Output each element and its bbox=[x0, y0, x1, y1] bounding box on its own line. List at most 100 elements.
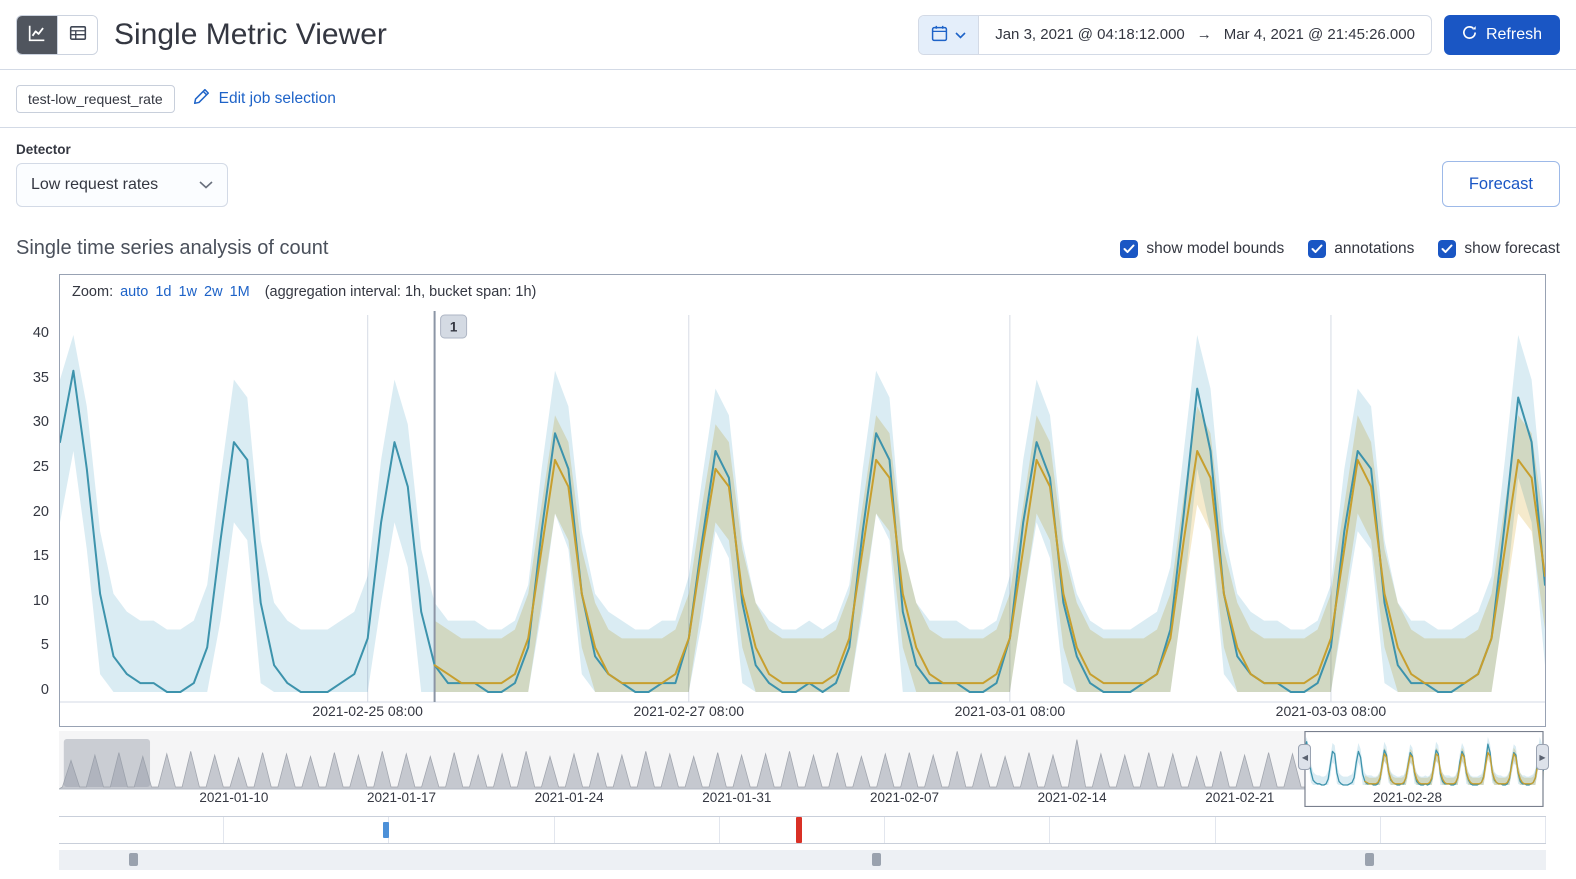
swimlane-cell[interactable] bbox=[224, 817, 390, 843]
line-chart-icon bbox=[28, 24, 46, 45]
brush-handle-right-icon[interactable]: ▶ bbox=[1536, 744, 1549, 770]
checkbox-show-forecast[interactable]: show forecast bbox=[1438, 239, 1560, 258]
annotation-marker[interactable] bbox=[795, 817, 802, 843]
chart-view-button[interactable] bbox=[17, 15, 57, 54]
checkbox-checked-icon bbox=[1308, 239, 1327, 258]
y-axis-tick-label: 15 bbox=[32, 548, 49, 565]
y-axis-tick-label: 10 bbox=[32, 592, 49, 609]
chart-box: Zoom: auto 1d 1w 2w 1M (aggregation inte… bbox=[59, 274, 1546, 727]
refresh-icon bbox=[1462, 25, 1477, 45]
lower-marker-lane[interactable] bbox=[59, 850, 1546, 870]
chevron-down-icon bbox=[955, 27, 966, 42]
y-axis-tick-label: 25 bbox=[32, 458, 49, 475]
detector-row: Detector Low request rates Forecast bbox=[0, 128, 1576, 207]
y-axis-tick-label: 20 bbox=[32, 503, 49, 520]
annotation-marker[interactable] bbox=[382, 822, 389, 838]
zoom-1w-link[interactable]: 1w bbox=[178, 284, 197, 300]
swimlane-cell[interactable] bbox=[720, 817, 886, 843]
svg-text:2021-01-10: 2021-01-10 bbox=[199, 790, 268, 805]
svg-text:2021-02-25 08:00: 2021-02-25 08:00 bbox=[312, 703, 423, 719]
zoom-1d-link[interactable]: 1d bbox=[155, 284, 171, 300]
context-spacer bbox=[16, 731, 59, 870]
view-toggle bbox=[16, 14, 98, 55]
forecast-button[interactable]: Forecast bbox=[1441, 161, 1560, 207]
end-date-button[interactable]: Mar 4, 2021 @ 21:45:26.000 bbox=[1220, 26, 1419, 43]
header: Single Metric Viewer Jan 3, 2021 @ 04:18… bbox=[0, 0, 1576, 70]
series-title: Single time series analysis of count bbox=[16, 237, 329, 259]
svg-text:2021-02-14: 2021-02-14 bbox=[1038, 790, 1108, 805]
context-box: 2021-01-10 2021-01-17 2021-01-24 2021-01-31… bbox=[57, 730, 1549, 870]
checkbox-checked-icon bbox=[1438, 239, 1457, 258]
start-date-button[interactable]: Jan 3, 2021 @ 04:18:12.000 bbox=[991, 26, 1189, 43]
checkbox-annotations[interactable]: annotations bbox=[1308, 239, 1415, 258]
zoom-auto-link[interactable]: auto bbox=[120, 284, 148, 300]
zoom-bar: Zoom: auto 1d 1w 2w 1M (aggregation inte… bbox=[60, 275, 1545, 309]
date-range: Jan 3, 2021 @ 04:18:12.000 → Mar 4, 2021… bbox=[979, 26, 1431, 43]
y-axis-tick-label: 0 bbox=[40, 682, 49, 698]
date-range-picker: Jan 3, 2021 @ 04:18:12.000 → Mar 4, 2021… bbox=[918, 14, 1432, 55]
checkbox-show-model-bounds[interactable]: show model bounds bbox=[1120, 239, 1285, 258]
zoom-1M-link[interactable]: 1M bbox=[230, 284, 250, 300]
chevron-down-icon bbox=[199, 176, 213, 194]
detector-field: Detector Low request rates bbox=[16, 142, 228, 207]
swimlane-cell[interactable] bbox=[59, 817, 225, 843]
swimlane-cell[interactable] bbox=[389, 817, 555, 843]
datepicker-toggle-button[interactable] bbox=[919, 15, 980, 54]
y-axis-tick-label: 35 bbox=[32, 369, 49, 386]
detector-label: Detector bbox=[16, 142, 71, 157]
series-section-header: Single time series analysis of count sho… bbox=[0, 237, 1576, 260]
brush-handle-left-icon[interactable]: ◀ bbox=[1298, 744, 1312, 770]
swimlane-cell[interactable] bbox=[1216, 817, 1381, 843]
aggregation-info: (aggregation interval: 1h, bucket span: … bbox=[264, 284, 537, 300]
swimlane-cell[interactable] bbox=[1050, 817, 1216, 843]
svg-text:2021-02-27 08:00: 2021-02-27 08:00 bbox=[634, 703, 745, 719]
y-axis-tick-label: 40 bbox=[32, 325, 49, 341]
svg-text:2021-02-21: 2021-02-21 bbox=[1205, 790, 1274, 805]
edit-job-selection-label: Edit job selection bbox=[218, 89, 336, 107]
page-title: Single Metric Viewer bbox=[114, 17, 387, 51]
context-chart[interactable]: 2021-01-10 2021-01-17 2021-01-24 2021-01-31… bbox=[57, 730, 1546, 808]
data-grid-view-button[interactable] bbox=[57, 15, 97, 54]
refresh-button[interactable]: Refresh bbox=[1443, 14, 1560, 55]
svg-text:2021-03-01 08:00: 2021-03-01 08:00 bbox=[955, 703, 1066, 719]
lower-lane-marker[interactable] bbox=[871, 853, 881, 866]
checkbox-label: show forecast bbox=[1464, 239, 1560, 257]
svg-text:2021-03-03 08:00: 2021-03-03 08:00 bbox=[1276, 703, 1387, 719]
svg-text:2021-01-31: 2021-01-31 bbox=[702, 790, 771, 805]
date-range-arrow-icon: → bbox=[1196, 26, 1212, 43]
svg-text:2021-02-28: 2021-02-28 bbox=[1373, 790, 1442, 805]
checkbox-checked-icon bbox=[1120, 239, 1139, 258]
lower-lane-marker[interactable] bbox=[129, 853, 139, 866]
lower-lane-marker[interactable] bbox=[1364, 853, 1374, 866]
y-axis-tick-label: 5 bbox=[40, 637, 49, 654]
annotations-swimlane[interactable] bbox=[59, 816, 1546, 844]
table-icon bbox=[69, 24, 87, 45]
time-series-chart[interactable]: 2021-02-25 08:00 2021-02-27 08:00 2021-03-… bbox=[59, 309, 1546, 721]
main-chart-area: 0 5 10 15 20 25 30 35 40 Zoom: auto 1d 1w 2w 1M … bbox=[0, 274, 1576, 727]
job-id-badge[interactable]: test-low_request_rate bbox=[16, 84, 175, 113]
svg-text:1: 1 bbox=[450, 320, 458, 335]
y-axis: 0 5 10 15 20 25 30 35 40 bbox=[16, 274, 59, 727]
chart-option-checkboxes: show model bounds annotations show forec… bbox=[1120, 239, 1560, 258]
swimlane-cell[interactable] bbox=[885, 817, 1051, 843]
checkbox-label: annotations bbox=[1334, 239, 1415, 257]
y-axis-tick-label: 30 bbox=[32, 414, 49, 431]
single-metric-viewer-page: Single Metric Viewer Jan 3, 2021 @ 04:18… bbox=[0, 0, 1576, 870]
svg-text:2021-02-07: 2021-02-07 bbox=[870, 790, 939, 805]
zoom-label: Zoom: bbox=[72, 284, 114, 300]
detector-selected-option: Low request rates bbox=[31, 176, 159, 193]
refresh-label: Refresh bbox=[1485, 25, 1542, 43]
zoom-2w-link[interactable]: 2w bbox=[204, 284, 223, 300]
calendar-icon bbox=[931, 25, 948, 45]
checkbox-label: show model bounds bbox=[1146, 239, 1285, 257]
context-chart-area: 2021-01-10 2021-01-17 2021-01-24 2021-01-31… bbox=[0, 730, 1576, 870]
edit-job-selection-link[interactable]: Edit job selection bbox=[193, 88, 336, 110]
swimlane-cell[interactable] bbox=[1381, 817, 1546, 843]
detector-select[interactable]: Low request rates bbox=[16, 163, 228, 207]
header-right: Jan 3, 2021 @ 04:18:12.000 → Mar 4, 2021… bbox=[918, 14, 1560, 55]
svg-text:2021-01-17: 2021-01-17 bbox=[367, 790, 436, 805]
job-selection-bar: test-low_request_rate Edit job selection bbox=[0, 70, 1576, 128]
svg-text:2021-01-24: 2021-01-24 bbox=[535, 790, 605, 805]
pencil-icon bbox=[193, 88, 210, 110]
swimlane-cell[interactable] bbox=[555, 817, 720, 843]
